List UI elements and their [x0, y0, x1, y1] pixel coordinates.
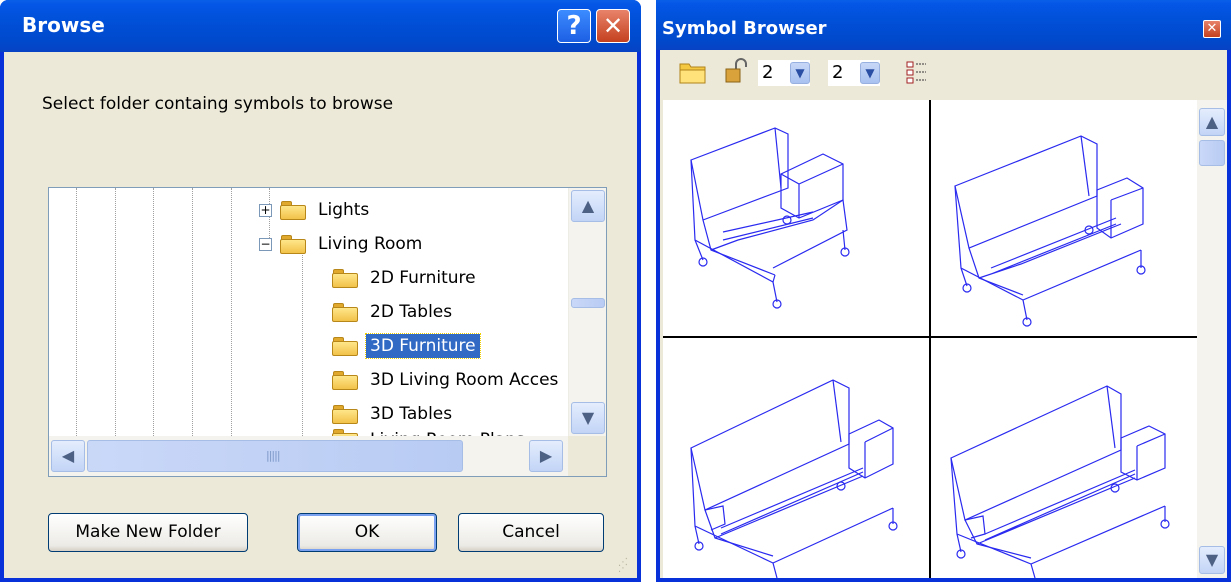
tree-horizontal-scrollbar[interactable]: ◀ ||||| ▶ — [49, 436, 568, 476]
tree-vertical-scrollbar[interactable]: ▲ ▼ — [568, 188, 606, 436]
make-new-folder-button[interactable]: Make New Folder — [48, 513, 248, 552]
tree-guides — [49, 188, 567, 436]
scroll-down-button[interactable]: ▼ — [1199, 546, 1225, 574]
scrollbar-corner — [568, 436, 606, 476]
resize-grip-icon[interactable]: ⋰ ⋰ — [618, 558, 628, 574]
tree-node-label: 3D Living Room Acces — [370, 370, 559, 390]
scroll-left-button[interactable]: ◀ — [51, 440, 85, 472]
tree-guide-line — [192, 188, 193, 436]
tree-node-3d-living-room-acces[interactable]: 3D Living Room Acces — [332, 366, 568, 394]
open-folder-icon[interactable] — [678, 58, 708, 86]
rows-dropdown-icon[interactable]: ▼ — [790, 62, 810, 84]
help-button[interactable]: ? — [557, 9, 591, 43]
browse-dialog: Browse ? ✕ Select folder containg symbol… — [0, 0, 641, 582]
tree-node-label: Lights — [318, 200, 370, 220]
tree-node-label: 3D Tables — [370, 404, 453, 424]
tree-guide-line — [302, 248, 303, 436]
folder-icon — [332, 268, 360, 288]
cancel-button[interactable]: Cancel — [458, 513, 604, 552]
tree-node-2d-tables[interactable]: 2D Tables — [332, 298, 456, 326]
symbol-thumbnail-sofa-long-2[interactable] — [931, 338, 1197, 578]
list-options-icon[interactable] — [906, 60, 928, 84]
sofa-symbol-icon — [690, 379, 898, 578]
tree-node-lights[interactable]: + Lights — [259, 196, 373, 224]
tree-guide-line — [76, 188, 77, 436]
scroll-grip-icon: ||||| — [266, 449, 280, 462]
browse-prompt: Select folder containg symbols to browse — [42, 94, 394, 114]
tree-node-label: 3D Furniture — [365, 333, 481, 359]
scroll-up-button[interactable]: ▲ — [1199, 108, 1225, 136]
scroll-right-button[interactable]: ▶ — [529, 440, 563, 472]
horizontal-scroll-thumb[interactable]: ||||| — [87, 440, 463, 472]
grid-divider-vertical — [929, 100, 931, 578]
symbol-browser-title: Symbol Browser — [662, 18, 827, 39]
folder-icon — [332, 428, 360, 436]
folder-open-icon — [280, 234, 308, 254]
close-button[interactable]: ✕ — [596, 9, 630, 43]
grid-divider-horizontal — [663, 336, 1197, 338]
lock-icon[interactable] — [724, 58, 748, 84]
tree-guide-line — [115, 188, 116, 436]
folder-icon — [332, 370, 360, 390]
columns-dropdown-icon[interactable]: ▼ — [860, 62, 880, 84]
tree-guide-line — [153, 188, 154, 436]
ok-button[interactable]: OK — [297, 513, 437, 552]
expand-icon[interactable]: + — [259, 203, 272, 217]
sofa-symbol-icon — [690, 127, 850, 309]
folder-tree[interactable]: + Lights − Living Room 2D Furniture 2D T… — [48, 187, 607, 477]
browse-titlebar[interactable]: Browse ? ✕ — [0, 0, 641, 52]
tree-node-3d-furniture[interactable]: 3D Furniture — [332, 332, 481, 360]
symbol-thumbnail-sofa-right-arm-2[interactable] — [931, 100, 1197, 336]
symbol-grid — [663, 100, 1197, 578]
vertical-scroll-thumb[interactable] — [1199, 140, 1225, 166]
folder-icon — [332, 404, 360, 424]
folder-icon — [332, 302, 360, 322]
tree-node-label: 2D Furniture — [370, 268, 476, 288]
collapse-icon[interactable]: − — [259, 237, 272, 251]
tree-node-living-room[interactable]: − Living Room — [259, 230, 426, 258]
symbol-vertical-scrollbar[interactable]: ▲ ▼ — [1197, 100, 1227, 578]
tree-node-living-room-plans[interactable]: Living Room Plans — [332, 428, 529, 436]
close-button[interactable]: ✕ — [1203, 20, 1221, 38]
sofa-symbol-icon — [950, 385, 1170, 578]
tree-node-2d-furniture[interactable]: 2D Furniture — [332, 264, 480, 292]
symbol-thumbnail-sofa-right-arm-1[interactable] — [663, 100, 929, 336]
symbol-thumbnail-sofa-long-1[interactable] — [663, 338, 929, 578]
tree-node-3d-tables[interactable]: 3D Tables — [332, 400, 456, 428]
browse-title: Browse — [22, 13, 105, 37]
symbol-browser-titlebar[interactable]: Symbol Browser ✕ — [656, 0, 1231, 50]
folder-open-icon — [332, 336, 360, 356]
symbol-browser-window: Symbol Browser ✕ 2 ▼ 2 ▼ ▲ ▼ — [656, 0, 1231, 582]
tree-node-label: Living Room — [318, 234, 423, 254]
tree-node-label: Living Room Plans — [366, 428, 529, 436]
scroll-down-button[interactable]: ▼ — [571, 402, 605, 434]
tree-node-label: 2D Tables — [370, 302, 453, 322]
scroll-up-button[interactable]: ▲ — [571, 190, 605, 222]
tree-guide-line — [231, 188, 232, 436]
vertical-scroll-thumb[interactable] — [571, 298, 605, 308]
folder-icon — [280, 200, 308, 220]
sofa-symbol-icon — [954, 135, 1146, 327]
